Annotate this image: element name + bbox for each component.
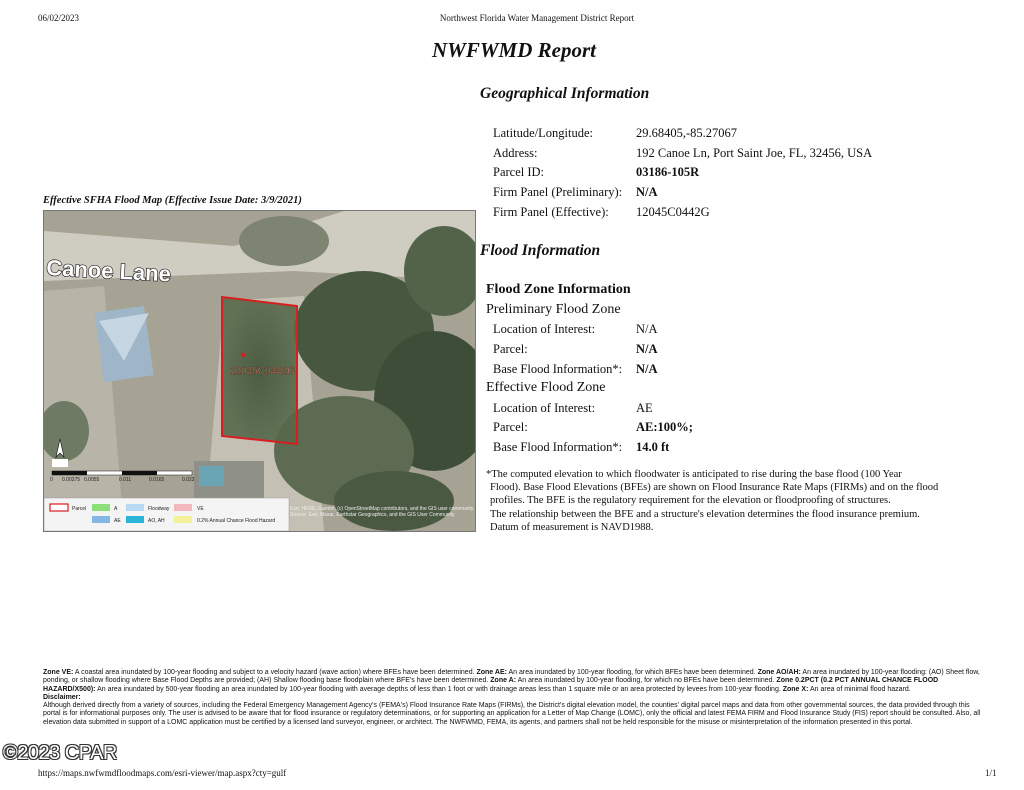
- zone-term: Zone X:: [782, 685, 809, 693]
- flood-label: Parcel:: [493, 420, 528, 434]
- flood-value: N/A: [636, 322, 658, 336]
- geo-row-firm-effective: Firm Panel (Effective): 12045C0442G: [493, 205, 943, 221]
- flood-label: Base Flood Information*:: [493, 362, 623, 376]
- report-title: NWFWMD Report: [432, 38, 596, 62]
- legend-label: VE: [197, 506, 204, 512]
- legend-swatch-parcel: [49, 503, 69, 512]
- flood-label: Location of Interest:: [493, 322, 596, 336]
- prelim-row-parcel: Parcel: N/A: [493, 342, 793, 358]
- zone-term: Zone A:: [490, 677, 517, 685]
- geo-label: Firm Panel (Preliminary):: [493, 185, 623, 199]
- preliminary-zone-heading: Preliminary Flood Zone: [486, 302, 621, 317]
- footnote-line: Datum of measurement is NAVD1988.: [490, 521, 654, 533]
- footnote-line: *The computed elevation to which floodwa…: [486, 469, 902, 480]
- source-url[interactable]: https://maps.nwfwmdfloodmaps.com/esri-vi…: [38, 768, 286, 778]
- map-image: Canoe Lane 12045C0442G 0 0.00275 0.0055 …: [44, 211, 475, 531]
- scale-label: 0.022: [182, 477, 195, 483]
- effective-row-parcel: Parcel: AE:100%;: [493, 420, 793, 436]
- prelim-row-location: Location of Interest: N/A: [493, 322, 793, 338]
- flood-label: Location of Interest:: [493, 401, 596, 415]
- flood-value: AE: [636, 401, 653, 415]
- bfe-footnote: *The computed elevation to which floodwa…: [486, 468, 956, 534]
- flood-zone-heading: Flood Zone Information: [486, 282, 631, 297]
- footnote-line: Flood). Base Flood Elevations (BFEs) are…: [490, 482, 939, 494]
- geo-label: Latitude/Longitude:: [493, 126, 593, 140]
- footnote-line: profiles. The BFE is the regulatory requ…: [490, 495, 891, 507]
- zone-term: Zone AO/AH:: [757, 669, 801, 676]
- scale-label: 0: [50, 477, 53, 483]
- legend-swatch-floodway: [126, 504, 144, 511]
- legend-label: Parcel: [72, 506, 86, 512]
- geo-row-latlong: Latitude/Longitude: 29.68405,-85.27067: [493, 126, 943, 142]
- flood-value: AE:100%;: [636, 420, 693, 434]
- flood-label: Base Flood Information*:: [493, 440, 623, 454]
- watermark: ©2023 CPAR: [3, 742, 117, 764]
- legend-label: 0.2% Annual Chance Flood Hazard: [197, 518, 275, 524]
- zone-term: Zone AE:: [476, 669, 507, 676]
- prelim-row-bfe: Base Flood Information*: N/A: [493, 362, 793, 378]
- geo-row-address: Address: 192 Canoe Ln, Port Saint Joe, F…: [493, 146, 943, 162]
- legend-label: AE: [114, 518, 121, 524]
- geo-row-parcel-id: Parcel ID: 03186-105R: [493, 165, 943, 181]
- map-title: Effective SFHA Flood Map (Effective Issu…: [43, 195, 302, 206]
- scale-label: 0.00275: [62, 477, 80, 483]
- geo-value: 03186-105R: [636, 165, 700, 179]
- legend-swatch-ve: [174, 504, 192, 511]
- flood-label: Parcel:: [493, 342, 528, 356]
- zone-text: An area inundated by 100-year flooding, …: [516, 677, 777, 685]
- flood-map[interactable]: Canoe Lane 12045C0442G 0 0.00275 0.0055 …: [43, 210, 476, 532]
- legend-label: AO, AH: [148, 518, 165, 524]
- flood-value: N/A: [636, 362, 658, 376]
- geo-label: Parcel ID:: [493, 165, 545, 179]
- disclaimer-heading: Disclaimer:: [43, 693, 81, 701]
- flood-value: N/A: [636, 342, 658, 356]
- legend-swatch-a: [92, 504, 110, 511]
- geo-value: N/A: [636, 185, 658, 199]
- geographical-info-heading: Geographical Information: [480, 85, 650, 102]
- flood-info-heading: Flood Information: [480, 242, 601, 259]
- footnote-line: The relationship between the BFE and a s…: [490, 508, 920, 520]
- footer-definitions: Zone VE: A coastal area inundated by 100…: [43, 669, 983, 727]
- zone-text: An area of minimal flood hazard.: [808, 685, 911, 693]
- legend-swatch-ae: [92, 516, 110, 523]
- geo-label: Address:: [493, 146, 538, 160]
- scale-label: 0.0055: [84, 477, 100, 483]
- geo-label: Firm Panel (Effective):: [493, 205, 609, 219]
- geo-value: 12045C0442G: [636, 205, 710, 219]
- legend-swatch-02pct: [174, 516, 192, 523]
- map-legend: Parcel A Floodway VE AE AO, AH 0.2% Annu…: [44, 497, 290, 531]
- map-attribution: Esri, HERE, Garmin, (c) OpenStreetMap co…: [290, 506, 475, 518]
- zone-text: A coastal area inundated by 100-year flo…: [73, 669, 477, 676]
- legend-label: Floodway: [148, 506, 170, 512]
- disclaimer-text: Although derived directly from a variety…: [43, 702, 981, 726]
- scale-label: 0.011: [119, 477, 131, 483]
- effective-row-location: Location of Interest: AE: [493, 401, 793, 417]
- scale-label: 0.0165: [149, 477, 165, 483]
- zone-definitions: Zone VE: A coastal area inundated by 100…: [43, 669, 983, 694]
- legend-swatch-ao-ah: [126, 516, 144, 523]
- document-header-title: Northwest Florida Water Management Distr…: [439, 13, 635, 23]
- zone-text: An area inundated by 500-year flooding a…: [95, 685, 783, 693]
- zone-term: Zone VE:: [43, 669, 74, 676]
- geo-value: 29.68405,-85.27067: [636, 126, 738, 140]
- geo-value: 192 Canoe Ln, Port Saint Joe, FL, 32456,…: [636, 146, 873, 160]
- geo-row-firm-preliminary: Firm Panel (Preliminary): N/A: [493, 185, 943, 201]
- flood-value: 14.0 ft: [636, 440, 670, 454]
- firm-panel-label: 12045C0442G: [230, 366, 295, 377]
- page-number: 1/1: [985, 768, 997, 778]
- effective-row-bfe: Base Flood Information*: 14.0 ft: [493, 440, 793, 456]
- effective-zone-heading: Effective Flood Zone: [486, 380, 606, 395]
- zone-text: An area inundated by 100-year flooding, …: [506, 669, 758, 676]
